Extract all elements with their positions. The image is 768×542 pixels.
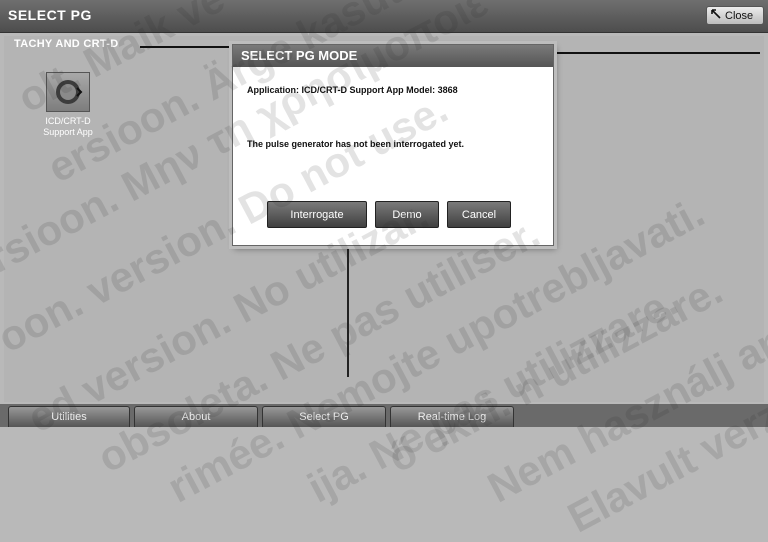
application-text: Application: ICD/CRT-D Support App Model… [247,85,458,95]
support-app-icon [46,72,90,112]
interrogate-button[interactable]: Interrogate [267,201,367,228]
status-text: The pulse generator has not been interro… [247,139,465,149]
close-button[interactable]: Close [706,6,764,25]
dialog-button-row: Interrogate Demo Cancel [267,201,511,228]
dialog-title: SELECT PG MODE [233,45,553,67]
app-label-line1: ICD/CRT-D [45,116,91,126]
group-divider-left [140,46,234,48]
title-bar: SELECT PG Close [0,0,768,33]
window-title: SELECT PG [8,7,92,23]
close-arrow-icon [711,9,721,22]
nav-utilities-button[interactable]: Utilities [8,406,130,427]
nav-select-pg-button[interactable]: Select PG [262,406,386,427]
app-label-line2: Support App [43,127,93,137]
app-tile-icd-crt-d[interactable]: ICD/CRT-D Support App [28,72,108,138]
vertical-divider [347,245,349,377]
group-label: TACHY AND CRT-D [14,38,119,50]
cancel-button[interactable]: Cancel [447,201,511,228]
demo-button[interactable]: Demo [375,201,439,228]
nav-realtime-log-button[interactable]: Real-time Log [390,406,514,427]
close-label: Close [725,9,754,22]
select-pg-mode-dialog: SELECT PG MODE Application: ICD/CRT-D Su… [232,44,554,246]
group-divider-right [552,52,760,54]
nav-about-button[interactable]: About [134,406,258,427]
